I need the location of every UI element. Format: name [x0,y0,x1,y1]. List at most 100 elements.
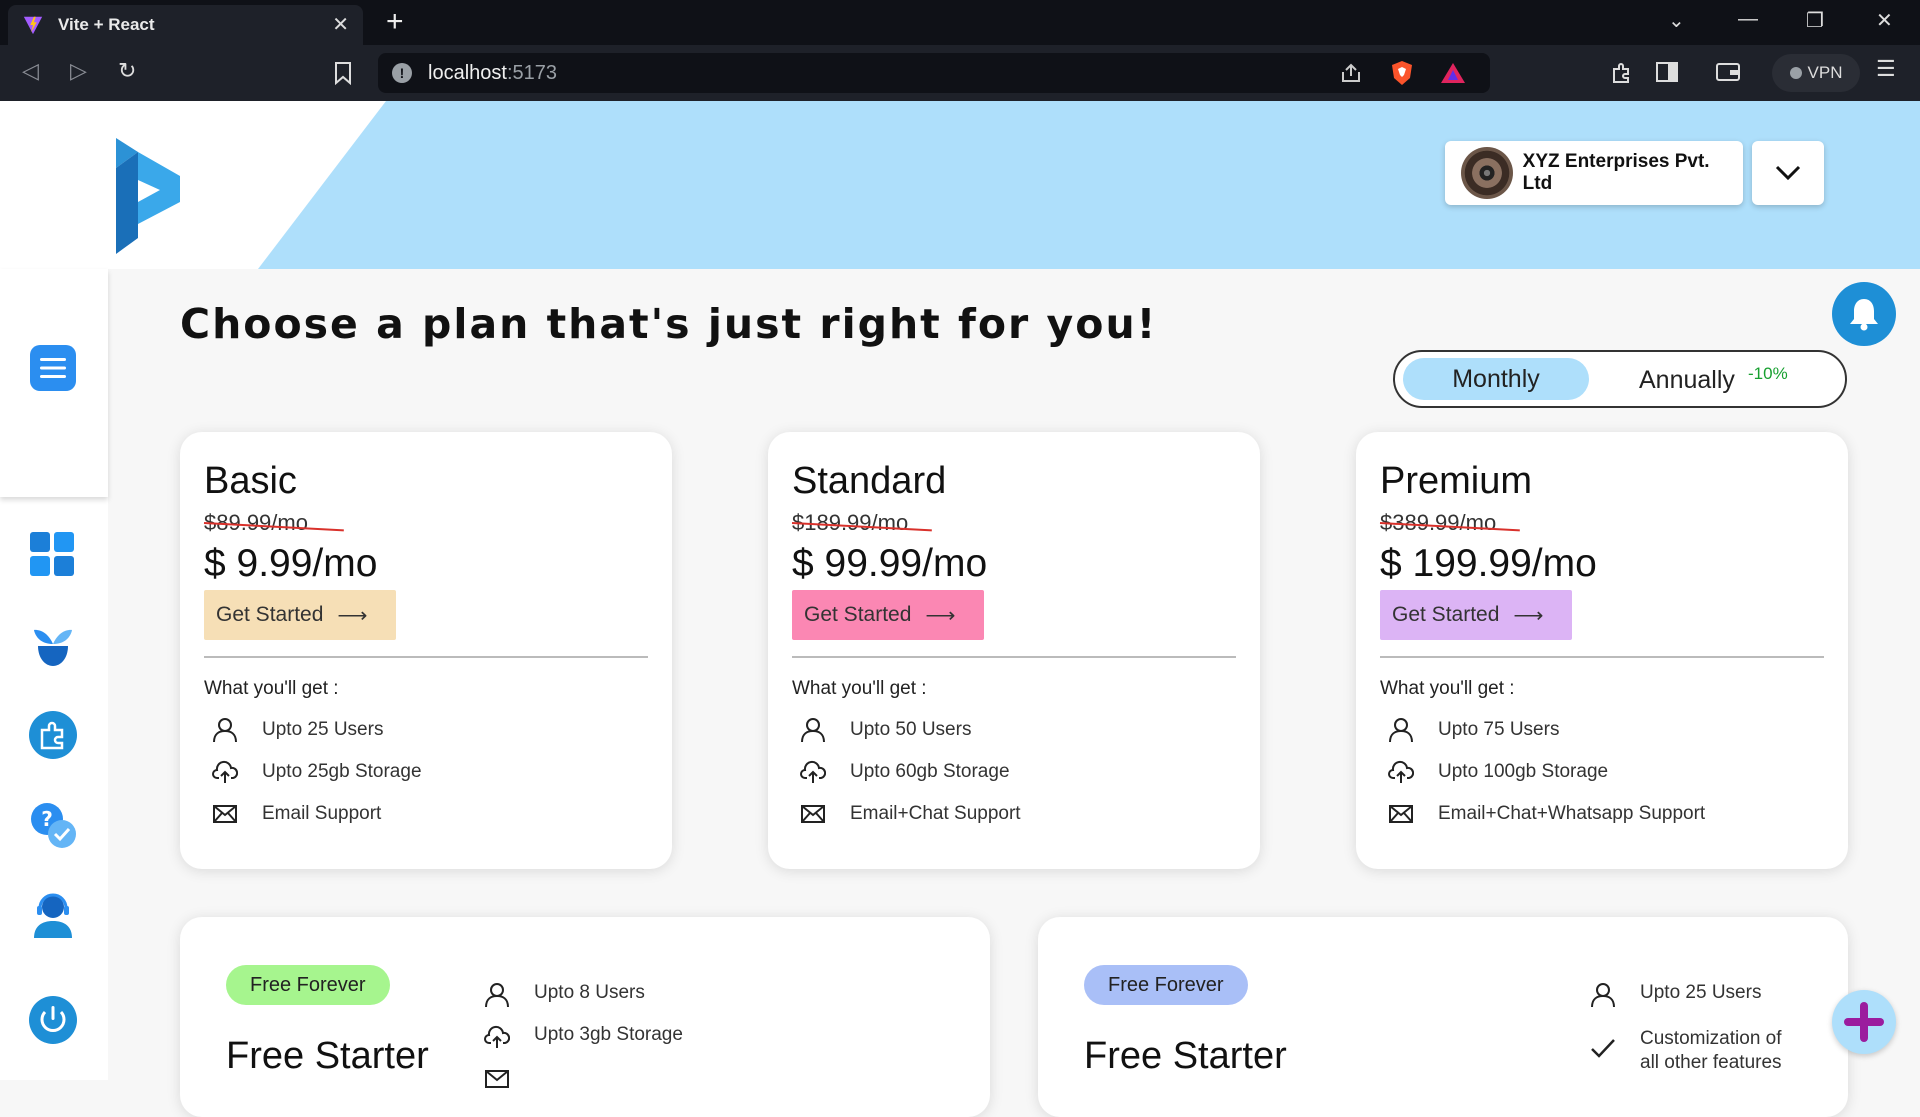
feature-item: Upto 3gb Storage [484,1024,683,1050]
plan-card-standard: Standard $189.99/mo $ 99.99/mo Get Start… [768,432,1260,869]
vite-icon [23,16,43,35]
get-started-button[interactable]: Get Started ⟶ [1380,590,1572,640]
free-plan-title: Free Starter [1084,1035,1287,1077]
plan-price: $ 9.99/mo [204,542,378,585]
plan-old-price: $189.99/mo [792,510,909,535]
app-logo-icon[interactable] [108,138,184,254]
free-plan-card: Free Forever Free Starter Upto 25 Users … [1038,917,1848,1117]
feature-text: Upto 75 Users [1438,719,1560,740]
mail-icon [1389,805,1413,823]
company-selector[interactable]: XYZ Enterprises Pvt. Ltd [1445,141,1743,205]
feature-item: Upto 50 Users [800,717,971,743]
power-icon[interactable] [28,995,78,1045]
features-heading: What you'll get : [792,678,927,699]
minimize-icon[interactable]: — [1738,8,1758,31]
browser-tabbar: Vite + React ✕ + ⌄ — ❐ ✕ [0,0,1920,45]
dashboard-icon[interactable] [28,530,78,580]
feature-item: Upto 25gb Storage [212,759,422,785]
plan-card-basic: Basic $89.99/mo $ 9.99/mo Get Started ⟶ … [180,432,672,869]
site-info-icon[interactable]: ! [392,63,412,83]
feature-item: Customization of all other features [1590,1027,1790,1075]
share-icon[interactable] [1340,62,1362,84]
help-chat-icon[interactable]: ? [28,800,78,850]
user-icon [1591,983,1615,1008]
add-button[interactable] [1832,990,1896,1054]
arrow-right-icon: ⟶ [1513,603,1544,627]
company-dropdown-button[interactable] [1752,141,1824,205]
wallet-icon[interactable] [1716,62,1740,82]
bookmark-icon[interactable] [334,61,352,85]
feature-item: Upto 25 Users [1590,982,1761,1008]
extensions-icon[interactable] [1610,61,1634,85]
feature-text: Upto 25 Users [1640,982,1762,1003]
feature-item: Upto 75 Users [1388,717,1559,743]
restore-icon[interactable]: ❐ [1806,8,1824,33]
user-icon [801,718,825,743]
tab-title: Vite + React [58,15,155,34]
forward-icon[interactable]: ▷ [70,58,87,84]
browser-menu-icon[interactable]: ☰ [1876,56,1896,82]
plan-name: Standard [792,460,947,502]
brave-rewards-icon[interactable] [1440,61,1466,85]
new-tab-icon[interactable]: + [386,7,404,37]
menu-icon[interactable] [28,343,78,393]
get-started-button[interactable]: Get Started ⟶ [792,590,984,640]
header-wedge [0,101,386,269]
puzzle-icon[interactable] [28,710,78,760]
notification-button[interactable] [1832,282,1896,346]
mail-icon [485,1070,509,1088]
user-icon [213,718,237,743]
user-icon [1389,718,1413,743]
plan-price: $ 199.99/mo [1380,542,1597,585]
feature-text: Upto 100gb Storage [1438,761,1609,782]
plus-icon [1844,1002,1884,1042]
billing-monthly-option[interactable]: Monthly [1403,358,1589,400]
get-started-label: Get Started [1392,603,1500,626]
billing-annually-option[interactable]: Annually [1639,366,1735,395]
feature-item: Email+Chat+Whatsapp Support [1388,801,1705,827]
divider [792,656,1236,658]
get-started-label: Get Started [804,603,912,626]
feature-text: Upto 8 Users [534,982,645,1003]
plan-name: Basic [204,460,297,502]
mail-icon [213,805,237,823]
cloud-upload-icon [484,1025,510,1048]
plan-name: Premium [1380,460,1533,502]
plan-card-premium: Premium $389.99/mo $ 199.99/mo Get Start… [1356,432,1848,869]
reload-icon[interactable]: ↻ [118,58,136,84]
vpn-button[interactable]: VPN [1772,54,1860,92]
bell-icon [1850,299,1878,331]
cloud-upload-icon [1388,760,1414,783]
tab-list-chevron-icon[interactable]: ⌄ [1668,8,1685,33]
browser-toolbar: ◁ ▷ ↻ ! localhost :5173 VPN ☰ [0,45,1920,101]
close-window-icon[interactable]: ✕ [1876,8,1893,33]
plan-old-price: $89.99/mo [204,510,308,535]
feature-text: Email+Chat+Whatsapp Support [1438,803,1706,824]
vpn-status-icon [1789,67,1802,79]
mail-icon [801,805,825,823]
browser-tab[interactable]: Vite + React ✕ [8,5,363,45]
annual-discount-badge: -10% [1748,364,1788,383]
brave-shield-icon[interactable] [1390,60,1414,86]
cloud-upload-icon [212,760,238,783]
feature-text: Upto 50 Users [850,719,972,740]
feature-item: Upto 60gb Storage [800,759,1010,785]
feature-text: Email+Chat Support [850,803,1021,824]
features-heading: What you'll get : [1380,678,1515,699]
plant-icon[interactable] [28,620,78,670]
company-avatar [1461,147,1513,199]
divider [1380,656,1824,658]
chevron-down-icon [1775,165,1801,181]
address-bar[interactable]: ! localhost :5173 [378,53,1490,93]
tab-close-icon[interactable]: ✕ [332,15,349,35]
feature-text: Upto 25gb Storage [262,761,422,782]
feature-text: Upto 25 Users [262,719,384,740]
sidebar-toggle-icon[interactable] [1656,62,1678,82]
billing-toggle[interactable]: Monthly Annually -10% [1393,350,1847,408]
back-icon[interactable]: ◁ [22,58,39,84]
get-started-button[interactable]: Get Started ⟶ [204,590,396,640]
get-started-label: Get Started [216,603,324,626]
arrow-right-icon: ⟶ [925,603,956,627]
support-agent-icon[interactable] [28,890,78,940]
url-port: :5173 [506,61,557,84]
